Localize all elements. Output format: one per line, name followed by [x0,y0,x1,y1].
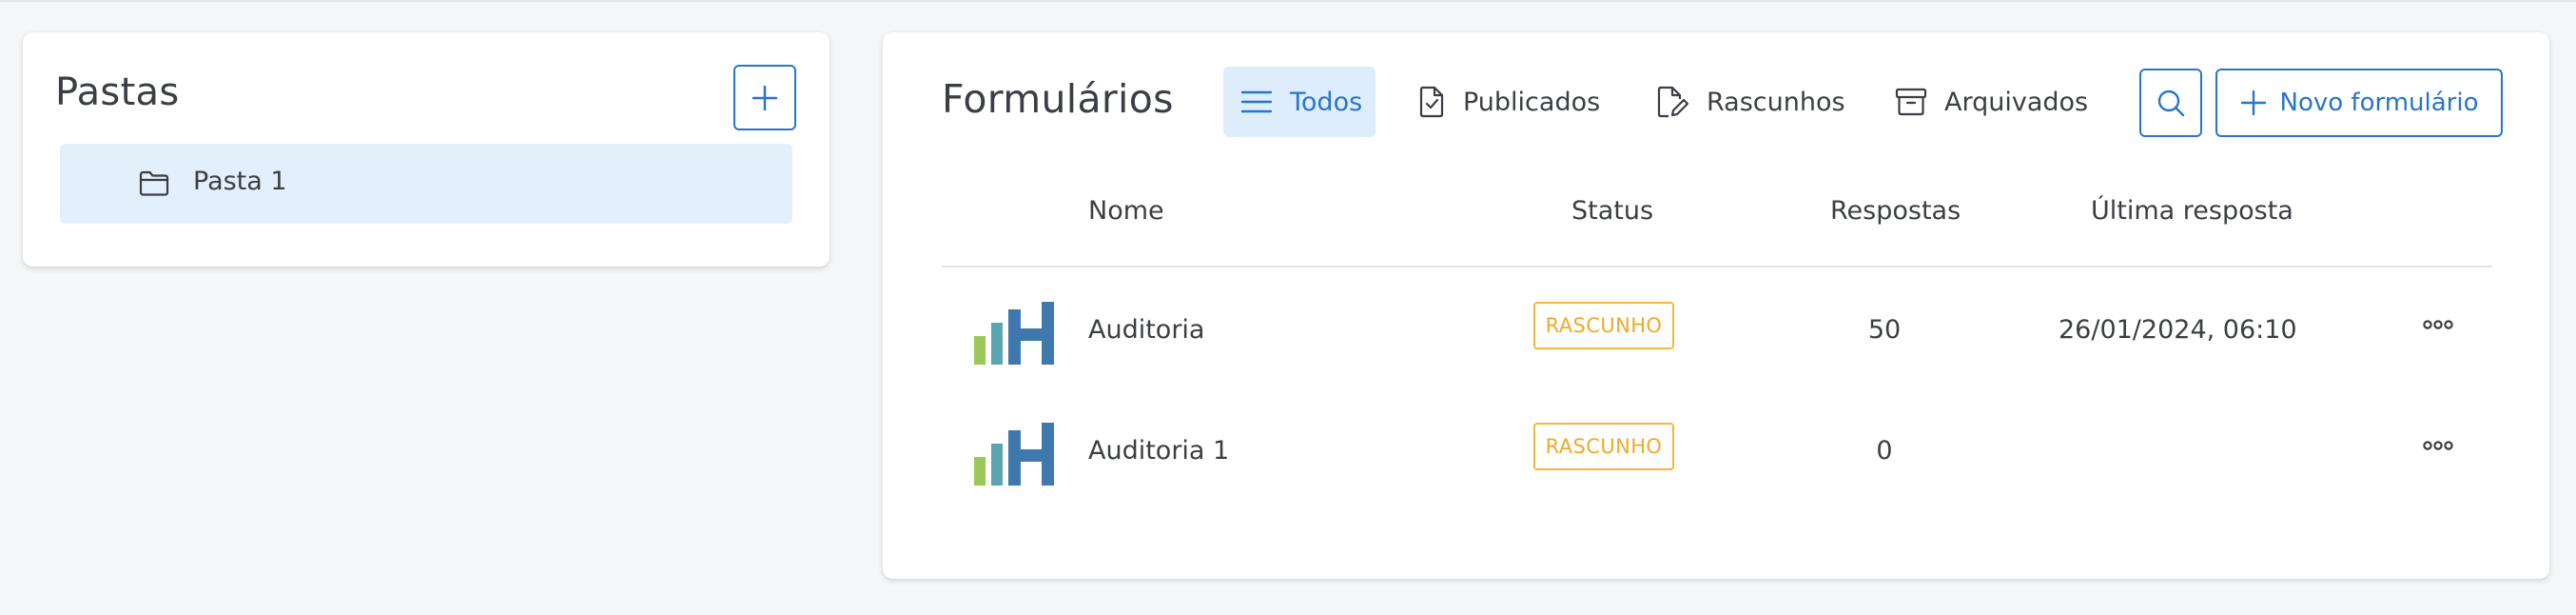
list-icon [1240,90,1273,113]
status-badge: RASCUNHO [1533,302,1674,349]
file-edit-icon [1657,86,1689,118]
more-horizontal-icon [2423,441,2453,450]
add-folder-button[interactable] [733,65,796,130]
plus-icon [2240,89,2266,116]
form-logo-icon [974,423,1054,486]
last-response-date: 26/01/2024, 06:10 [2059,315,2297,345]
tab-arquivados[interactable]: Arquivados [1895,67,2088,137]
status-badge: RASCUNHO [1533,423,1674,470]
tab-publicados-label: Publicados [1463,87,1601,117]
folders-title: Pastas [55,70,180,114]
more-options-button[interactable] [2422,434,2454,457]
file-check-icon [1419,86,1444,118]
form-logo-icon [974,302,1054,365]
responses-count: 0 [1876,436,1893,466]
forms-panel: Formulários Todos Publicados Rascunhos A… [883,32,2549,579]
responses-count: 50 [1867,315,1902,345]
column-header-status[interactable]: Status [1571,196,1653,226]
search-icon [2157,89,2185,117]
more-options-button[interactable] [2422,313,2454,336]
tab-publicados[interactable]: Publicados [1417,67,1600,137]
header-divider [942,266,2492,268]
new-form-label: Novo formulário [2279,89,2479,117]
column-header-last-response[interactable]: Última resposta [2091,196,2293,226]
tab-rascunhos[interactable]: Rascunhos [1655,67,1845,137]
tab-todos-label: Todos [1290,87,1363,117]
form-name[interactable]: Auditoria 1 [1088,436,1229,466]
table-row[interactable]: Auditoria 1 RASCUNHO 0 [883,423,2549,518]
tab-arquivados-label: Arquivados [1944,87,2089,117]
new-form-button[interactable]: Novo formulário [2215,69,2503,137]
forms-title: Formulários [942,76,1174,122]
more-horizontal-icon [2423,320,2453,329]
tab-todos[interactable]: Todos [1223,67,1376,137]
search-button[interactable] [2139,69,2202,137]
folder-item-label: Pasta 1 [193,167,287,196]
folders-panel: Pastas Pasta 1 [23,32,829,267]
folder-item-pasta-1[interactable]: Pasta 1 [60,144,792,224]
folder-icon [139,170,169,196]
table-row[interactable]: Auditoria RASCUNHO 50 26/01/2024, 06:10 [883,302,2549,397]
column-header-name[interactable]: Nome [1088,196,1164,226]
form-name[interactable]: Auditoria [1088,315,1204,345]
column-header-responses[interactable]: Respostas [1830,196,1961,226]
archive-icon [1895,88,1927,116]
tab-rascunhos-label: Rascunhos [1707,87,1845,117]
plus-icon [751,85,778,110]
